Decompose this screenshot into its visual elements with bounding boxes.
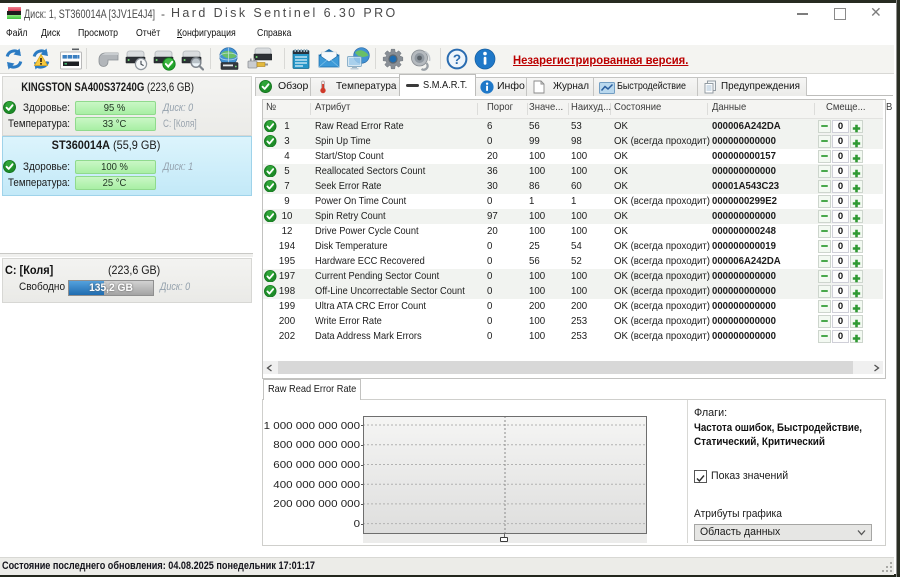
svg-text:?: ? <box>453 52 461 67</box>
